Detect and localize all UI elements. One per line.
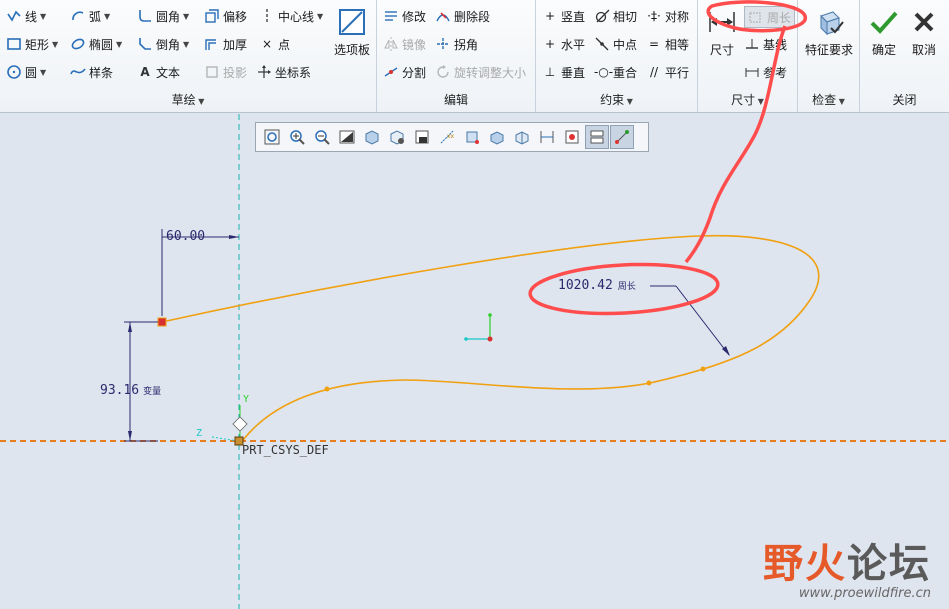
annotation-arrow-stroke — [684, 25, 787, 264]
sketch-view-button[interactable] — [510, 125, 534, 149]
refit-icon — [264, 129, 280, 145]
spline-start-point[interactable] — [157, 317, 167, 327]
zoom-in-button[interactable] — [285, 125, 309, 149]
repaint-button[interactable] — [335, 125, 359, 149]
dimension-display-button[interactable] — [535, 125, 559, 149]
perimeter-leader-line — [675, 285, 730, 356]
dimension-arrow — [229, 235, 239, 239]
dimension-display-icon — [540, 131, 554, 143]
vertex-display-icon — [615, 130, 629, 144]
constraint-display-icon — [565, 130, 579, 144]
view-csys-origin — [487, 336, 493, 342]
axis-y-label: Y — [243, 394, 250, 405]
axis-z-label: Z — [196, 428, 203, 439]
view-manager-icon — [415, 130, 429, 144]
zoom-in-icon — [290, 130, 305, 145]
watermark-url: www.proewildfire.cn — [798, 586, 931, 601]
display-style-button[interactable] — [360, 125, 384, 149]
forum-watermark: 野火论坛 www.proewildfire.cn — [763, 542, 931, 601]
spin-center-icon — [466, 131, 479, 144]
dimension-93-tag: 变量 — [143, 387, 162, 397]
view-manager-button[interactable] — [410, 125, 434, 149]
view-csys-x-tip — [464, 337, 468, 341]
dimension-93[interactable]: 93.16 变量 — [100, 383, 161, 398]
view-csys-y-tip — [488, 313, 492, 317]
pen-icon — [232, 416, 248, 432]
orient-button[interactable] — [485, 125, 509, 149]
grid-display-button[interactable] — [585, 125, 609, 149]
csys-label: PRT_CSYS_DEF — [242, 443, 329, 457]
spline-point[interactable] — [700, 366, 706, 372]
dimension-arrow — [128, 322, 132, 332]
view-toolbar: xx — [255, 122, 649, 152]
saved-views-button[interactable] — [385, 125, 409, 149]
saved-views-icon — [390, 130, 404, 145]
watermark-title: 野火论坛 — [763, 541, 931, 587]
dimension-60[interactable]: 60.00 — [166, 229, 205, 244]
datum-display-icon: xx — [440, 130, 455, 144]
vertex-display-button[interactable] — [610, 125, 634, 149]
svg-text:xx: xx — [447, 133, 455, 140]
perimeter-dimension-value: 1020.42 — [558, 278, 613, 293]
refit-button[interactable] — [260, 125, 284, 149]
perimeter-dimension[interactable]: 1020.42 周长 — [558, 278, 636, 293]
sketch-geometry — [0, 0, 949, 609]
grid-display-icon — [590, 130, 604, 144]
perimeter-dimension-tag: 周长 — [617, 282, 636, 292]
sketch-view-icon — [515, 131, 529, 145]
dimension-93-value: 93.16 — [100, 383, 140, 398]
zoom-out-button[interactable] — [310, 125, 334, 149]
zoom-out-icon — [315, 130, 330, 145]
annotation-ellipse — [706, 0, 807, 33]
datum-display-button[interactable]: xx — [435, 125, 459, 149]
spline-point[interactable] — [646, 380, 652, 386]
orient-icon — [490, 131, 504, 145]
dimension-arrow — [128, 431, 132, 441]
constraint-display-button[interactable] — [560, 125, 584, 149]
spline-point[interactable] — [324, 386, 330, 392]
spin-center-button[interactable] — [460, 125, 484, 149]
display-style-icon — [365, 130, 379, 145]
repaint-icon — [339, 130, 355, 144]
